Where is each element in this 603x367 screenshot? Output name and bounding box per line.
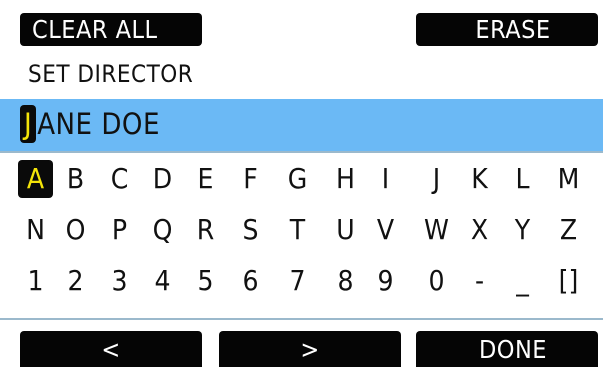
clear-all-button[interactable]: CLEAR ALL: [20, 13, 202, 46]
key-c[interactable]: C: [102, 160, 137, 198]
key-g[interactable]: G: [280, 160, 315, 198]
key-v[interactable]: V: [368, 211, 403, 249]
keyboard-row: ABCDEFGHIJKLM: [0, 160, 603, 200]
key-y[interactable]: Y: [505, 211, 540, 249]
key-d[interactable]: D: [145, 160, 180, 198]
key-8[interactable]: 8: [328, 262, 363, 300]
key-b[interactable]: B: [58, 160, 93, 198]
key-2[interactable]: 2: [58, 262, 93, 300]
key-o[interactable]: O: [58, 211, 93, 249]
entry-text: J ANE DOE: [20, 105, 160, 143]
key-9[interactable]: 9: [368, 262, 403, 300]
key-a[interactable]: A: [18, 160, 53, 198]
key-i[interactable]: I: [368, 160, 403, 198]
text-entry-field[interactable]: J ANE DOE: [0, 99, 603, 153]
key-s[interactable]: S: [233, 211, 268, 249]
key-x[interactable]: X: [462, 211, 497, 249]
erase-button[interactable]: ERASE: [416, 13, 598, 46]
key-p[interactable]: P: [102, 211, 137, 249]
key-7[interactable]: 7: [280, 262, 315, 300]
next-button[interactable]: >: [219, 331, 401, 367]
key-dash[interactable]: -: [462, 262, 497, 300]
key-1[interactable]: 1: [18, 262, 53, 300]
key-6[interactable]: 6: [233, 262, 268, 300]
previous-button[interactable]: <: [20, 331, 202, 367]
key-f[interactable]: F: [233, 160, 268, 198]
key-n[interactable]: N: [18, 211, 53, 249]
key-z[interactable]: Z: [551, 211, 586, 249]
key-brackets[interactable]: []: [551, 262, 586, 300]
key-w[interactable]: W: [419, 211, 454, 249]
key-r[interactable]: R: [188, 211, 223, 249]
key-q[interactable]: Q: [145, 211, 180, 249]
divider: [0, 318, 603, 320]
key-5[interactable]: 5: [188, 262, 223, 300]
key-k[interactable]: K: [462, 160, 497, 198]
key-t[interactable]: T: [280, 211, 315, 249]
key-m[interactable]: M: [551, 160, 586, 198]
text-cursor: J: [20, 105, 37, 143]
key-l[interactable]: L: [505, 160, 540, 198]
key-j[interactable]: J: [419, 160, 454, 198]
key-u[interactable]: U: [328, 211, 363, 249]
done-button[interactable]: DONE: [416, 331, 598, 367]
keyboard-row: NOPQRSTUVWXYZ: [0, 211, 603, 251]
key-4[interactable]: 4: [145, 262, 180, 300]
key-0[interactable]: 0: [419, 262, 454, 300]
key-h[interactable]: H: [328, 160, 363, 198]
entry-value: ANE DOE: [37, 107, 160, 141]
keyboard-row: 1 2 3 4 5 6 7 8 9 0- _ []: [0, 262, 603, 302]
key-underscore[interactable]: _: [505, 262, 540, 300]
page-title: SET DIRECTOR: [28, 60, 194, 88]
key-3[interactable]: 3: [102, 262, 137, 300]
key-e[interactable]: E: [188, 160, 223, 198]
